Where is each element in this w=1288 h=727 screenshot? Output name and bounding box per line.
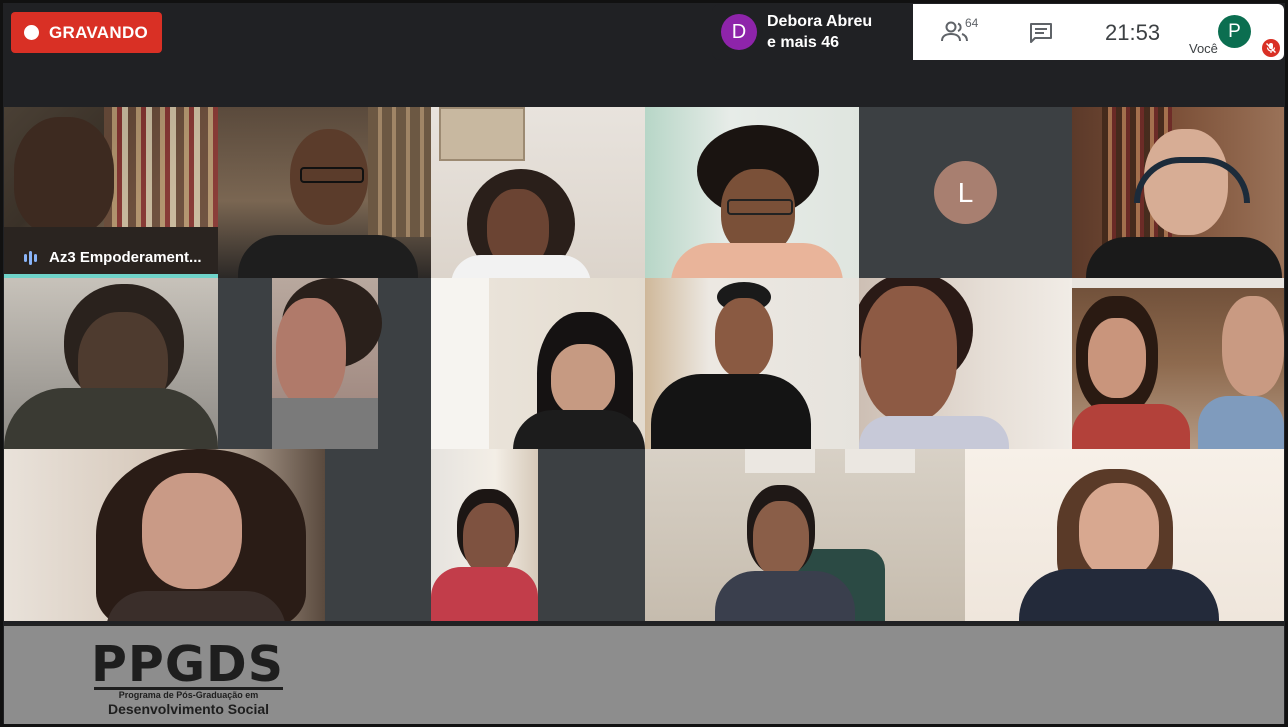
people-count: 64 <box>965 16 979 30</box>
meeting-toolbar: 64 21:53 P Você <box>913 4 1284 60</box>
active-speaker-chip[interactable]: D Debora Abreu e mais 46 <box>712 4 922 60</box>
participant-name: Az3 Empoderament... <box>24 249 202 266</box>
participant-tile[interactable] <box>1072 278 1284 449</box>
participant-tile[interactable] <box>431 107 645 278</box>
participant-tile[interactable] <box>965 449 1284 621</box>
participant-avatar: L <box>934 161 997 224</box>
logo-subtitle-2: Desenvolvimento Social <box>107 701 270 717</box>
record-dot-icon <box>24 25 39 40</box>
participant-tile[interactable] <box>218 107 431 278</box>
audio-level-icon <box>24 250 37 265</box>
participant-tile[interactable] <box>645 107 859 278</box>
participant-tile[interactable] <box>218 278 431 449</box>
speaker-avatar: D <box>721 14 757 50</box>
participant-tile[interactable] <box>859 278 1072 449</box>
participant-tile[interactable]: L <box>859 107 1072 278</box>
recording-indicator: GRAVANDO <box>11 12 162 53</box>
self-label: Você <box>1189 41 1218 56</box>
participant-tile[interactable] <box>431 449 538 621</box>
participant-tile[interactable]: Az3 Empoderament... <box>4 107 218 278</box>
recording-label: GRAVANDO <box>49 22 149 42</box>
participant-tile[interactable] <box>1072 107 1284 278</box>
participant-tile[interactable] <box>4 278 218 449</box>
speaker-others: e mais 46 <box>767 34 840 51</box>
participant-tile[interactable] <box>4 449 325 621</box>
logo-subtitle: Programa de Pós-Graduação em <box>118 690 259 700</box>
self-avatar[interactable]: P <box>1218 15 1251 48</box>
people-button[interactable]: 64 <box>941 16 978 43</box>
mic-off-icon <box>1262 39 1280 57</box>
empty-tile <box>538 449 645 621</box>
speaker-name: Debora Abreu <box>767 13 873 30</box>
clock: 21:53 <box>1105 20 1161 45</box>
participant-tile[interactable] <box>645 278 859 449</box>
chat-icon <box>1030 23 1052 43</box>
participant-tile[interactable] <box>431 278 645 449</box>
participant-tile[interactable] <box>645 449 965 621</box>
logo-title: PPGDS <box>91 636 285 693</box>
empty-tile <box>325 449 431 621</box>
ppgds-banner: PPGDS Programa de Pós-Graduação em Desen… <box>4 624 1284 724</box>
chat-button[interactable] <box>1029 22 1053 44</box>
